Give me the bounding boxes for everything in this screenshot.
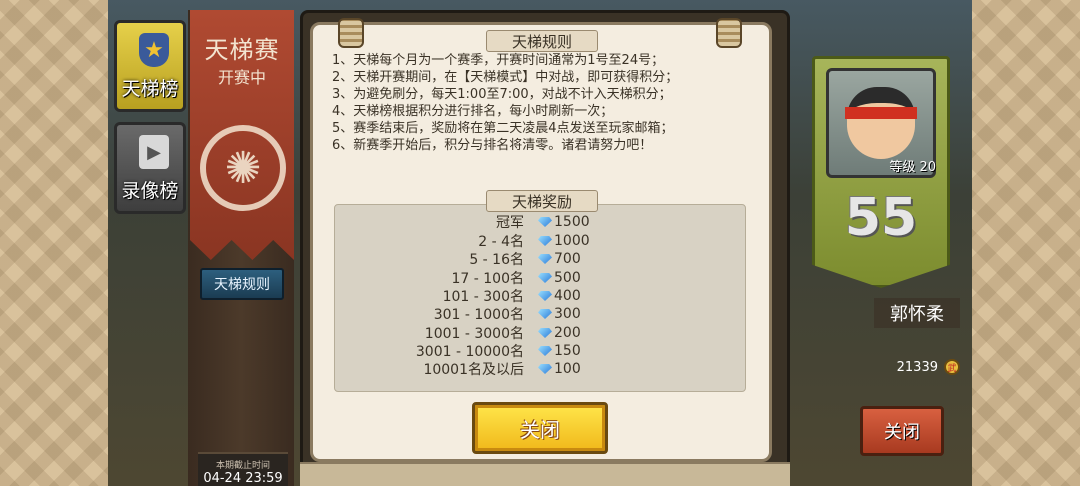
diamond-icon (538, 236, 552, 246)
reward-rank: 101 - 300名 (442, 289, 524, 305)
rule-item: 1、天梯每个月为一个赛季，开赛时间通常为1号至24号； (332, 53, 665, 68)
reward-amount: 100 (554, 361, 581, 377)
diamond-icon (538, 254, 552, 264)
diamond-icon (538, 217, 552, 227)
rewards-section-title: 天梯奖励 (486, 190, 598, 212)
swirl-emblem-icon: ✺ (200, 125, 286, 211)
reward-amount: 700 (554, 251, 581, 267)
right-decor-panel (972, 0, 1080, 486)
deadline-value: 04-24 23:59 (203, 471, 283, 486)
coin-icon: 武 (944, 359, 960, 375)
scroll-knob-left (338, 18, 364, 48)
close-button[interactable]: 关闭 (860, 406, 944, 456)
rule-item: 3、为避免刷分，每天1:00至7:00，对战不计入天梯积分； (332, 87, 672, 102)
reward-amount: 200 (554, 325, 581, 341)
reward-rank: 17 - 100名 (451, 271, 525, 287)
rule-item: 4、天梯榜根据积分进行排名，每小时刷新一次； (332, 104, 614, 119)
diamond-icon (538, 364, 552, 374)
reward-amount: 300 (554, 306, 581, 322)
reward-amount: 150 (554, 343, 581, 359)
diamond-icon (538, 346, 552, 356)
reward-rank: 301 - 1000名 (433, 307, 524, 323)
player-rank: 55 (844, 188, 918, 248)
reward-row: 17 - 100名 500 (334, 269, 746, 287)
rule-item: 6、新赛季开始后，积分与排名将清零。诸君请努力吧！ (332, 138, 653, 153)
video-icon: ▶ (139, 135, 169, 169)
diamond-icon (538, 273, 552, 283)
player-level: 等级 20 (889, 160, 936, 175)
reward-amount: 1000 (554, 233, 590, 249)
reward-row: 3001 - 10000名 150 (334, 342, 746, 360)
rule-item: 2、天梯开赛期间，在【天梯模式】中对战，即可获得积分； (332, 70, 679, 85)
reward-amount: 1500 (554, 214, 590, 230)
avatar-face (845, 87, 917, 159)
banner-title: 天梯赛 (204, 36, 280, 64)
diamond-icon (538, 309, 552, 319)
dialog-close-button[interactable]: 关闭 (472, 402, 608, 454)
player-score: 21339 武 (880, 356, 960, 378)
reward-rank: 1001 - 3000名 (424, 326, 524, 342)
bottom-strip (300, 462, 790, 486)
trophy-icon: ★ (139, 33, 169, 67)
reward-rank: 3001 - 10000名 (415, 344, 524, 360)
reward-row: 101 - 300名 400 (334, 287, 746, 305)
reward-row: 冠军 1500 (334, 213, 746, 231)
reward-row: 2 - 4名 1000 (334, 232, 746, 250)
rules-list: 1、天梯每个月为一个赛季，开赛时间通常为1号至24号； 2、天梯开赛期间，在【天… (332, 52, 752, 154)
deadline-label: 本期截止时间 (215, 461, 270, 471)
headband (845, 107, 917, 119)
reward-amount: 400 (554, 288, 581, 304)
reward-rank: 2 - 4名 (478, 234, 524, 250)
rule-item: 5、赛季结束后，奖励将在第二天凌晨4点发送至玩家邮箱； (332, 121, 674, 136)
tab-label: 录像榜 (121, 180, 179, 202)
tab-label: 天梯榜 (121, 78, 179, 100)
scroll-knob-right (716, 18, 742, 48)
reward-amount: 500 (554, 270, 581, 286)
reward-row: 301 - 1000名 300 (334, 305, 746, 323)
tab-replay-ranking[interactable]: ▶ 录像榜 (114, 122, 186, 214)
left-decor-panel (0, 0, 108, 486)
reward-rank: 10001名及以后 (423, 362, 524, 378)
rules-section-title: 天梯规则 (486, 30, 598, 52)
player-name: 郭怀柔 (874, 298, 960, 328)
tab-ladder-ranking[interactable]: ★ 天梯榜 (114, 20, 186, 112)
reward-row: 10001名及以后 100 (334, 360, 746, 378)
reward-row: 1001 - 3000名 200 (334, 324, 746, 342)
ladder-rules-button[interactable]: 天梯规则 (200, 268, 284, 300)
diamond-icon (538, 328, 552, 338)
reward-rank: 冠军 (496, 215, 524, 231)
reward-row: 5 - 16名 700 (334, 250, 746, 268)
diamond-icon (538, 291, 552, 301)
season-deadline: 本期截止时间 04-24 23:59 (198, 452, 288, 486)
score-value: 21339 (896, 359, 938, 375)
reward-rank: 5 - 16名 (469, 252, 524, 268)
banner-status: 开赛中 (217, 68, 266, 87)
